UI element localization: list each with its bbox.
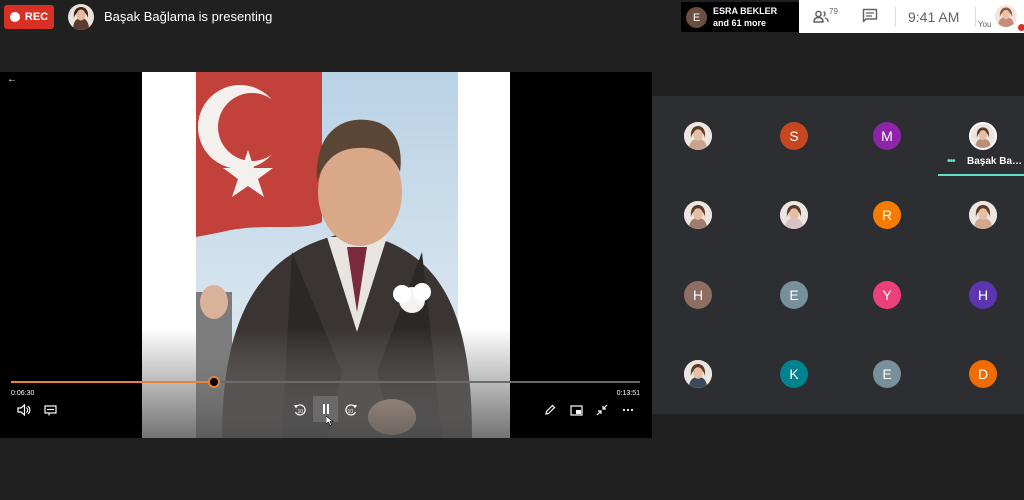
meeting-window: REC Başak Bağlama is presenting E ESRA B… xyxy=(0,0,1024,500)
record-icon xyxy=(9,12,20,22)
participant-avatar: M xyxy=(873,122,901,150)
participant-tile[interactable]: S xyxy=(748,96,841,175)
volume-button[interactable] xyxy=(15,401,33,419)
participant-avatar: E xyxy=(873,360,901,388)
rewind-10-button[interactable]: 10 xyxy=(291,401,309,419)
participants-chip[interactable]: E ESRA BEKLER and 61 more xyxy=(681,2,799,32)
collapse-icon xyxy=(596,404,608,416)
participant-tile[interactable]: E xyxy=(748,255,841,334)
participant-avatar: E xyxy=(686,7,707,28)
participant-avatar: K xyxy=(780,360,808,388)
svg-text:10: 10 xyxy=(298,409,304,415)
meeting-toolbar: 79 9:41 AM You xyxy=(799,0,1024,33)
participant-avatar xyxy=(969,122,997,150)
participant-tile[interactable]: E xyxy=(841,334,934,413)
forward-10-button[interactable]: 10 xyxy=(342,401,360,419)
people-count: 79 xyxy=(829,7,838,16)
participant-avatar xyxy=(684,360,712,388)
participant-avatar: H xyxy=(969,281,997,309)
recording-indicator: REC xyxy=(4,5,54,29)
participant-avatar: R xyxy=(873,201,901,229)
participant-tile[interactable]: K xyxy=(748,334,841,413)
video-player[interactable]: ← 0:06:30 0:13:51 10 10 xyxy=(0,72,652,438)
more-horizontal-icon xyxy=(622,408,634,412)
self-avatar[interactable] xyxy=(995,5,1017,27)
participant-avatar: S xyxy=(780,122,808,150)
captions-icon xyxy=(43,404,57,415)
volume-icon xyxy=(17,404,31,416)
pause-icon xyxy=(322,404,329,414)
seek-bar[interactable] xyxy=(11,376,640,388)
recording-label: REC xyxy=(24,11,49,23)
participant-tile[interactable] xyxy=(652,175,745,254)
people-button[interactable]: 79 xyxy=(813,6,843,28)
participant-tile[interactable] xyxy=(937,96,1024,175)
svg-text:10: 10 xyxy=(348,409,354,415)
participant-avatar: Y xyxy=(873,281,901,309)
pip-icon xyxy=(569,404,583,416)
seek-progress xyxy=(11,381,215,383)
draw-button[interactable] xyxy=(541,401,559,419)
participant-tile[interactable] xyxy=(652,96,745,175)
picture-in-picture-button[interactable] xyxy=(567,401,585,419)
total-time: 0:13:51 xyxy=(616,390,640,397)
participant-avatar xyxy=(780,201,808,229)
chat-icon xyxy=(862,8,878,23)
toolbar-divider xyxy=(895,7,896,27)
more-options-button[interactable] xyxy=(619,401,637,419)
participant-avatar: H xyxy=(684,281,712,309)
cursor-icon xyxy=(326,416,334,426)
notification-dot xyxy=(1018,24,1024,31)
participant-avatar: D xyxy=(969,360,997,388)
exit-fullscreen-button[interactable] xyxy=(593,401,611,419)
captions-button[interactable] xyxy=(41,401,59,419)
presenter-avatar xyxy=(68,4,94,30)
participant-tile[interactable]: H xyxy=(652,255,745,334)
participant-tile[interactable] xyxy=(937,175,1024,254)
participant-avatar xyxy=(969,201,997,229)
back-arrow-icon[interactable]: ← xyxy=(7,74,17,85)
participant-avatar xyxy=(684,201,712,229)
current-time: 0:06:30 xyxy=(11,390,35,397)
participant-avatar xyxy=(684,122,712,150)
participant-avatar: E xyxy=(780,281,808,309)
presenting-status: Başak Bağlama is presenting xyxy=(104,9,273,24)
participant-tile[interactable]: Y xyxy=(841,255,934,334)
participant-tile[interactable]: H xyxy=(937,255,1024,334)
participant-tile[interactable]: R xyxy=(841,175,934,254)
participant-tile[interactable]: M xyxy=(841,96,934,175)
people-icon xyxy=(813,10,829,23)
participant-name: ESRA BEKLER xyxy=(713,6,778,16)
clock: 9:41 AM xyxy=(908,9,960,25)
you-label: You xyxy=(978,20,992,29)
participant-more-count: and 61 more xyxy=(713,18,767,28)
forward-icon: 10 xyxy=(345,404,357,416)
participant-tile[interactable]: D xyxy=(937,334,1024,413)
participant-tile[interactable] xyxy=(748,175,841,254)
chat-button[interactable] xyxy=(862,8,882,26)
participant-tile[interactable] xyxy=(652,334,745,413)
toolbar-divider xyxy=(975,7,976,27)
participant-grid: ••• Başak Bağlama SMRHEYHKED xyxy=(652,96,1024,414)
pen-icon xyxy=(545,404,556,415)
rewind-icon: 10 xyxy=(294,404,306,416)
